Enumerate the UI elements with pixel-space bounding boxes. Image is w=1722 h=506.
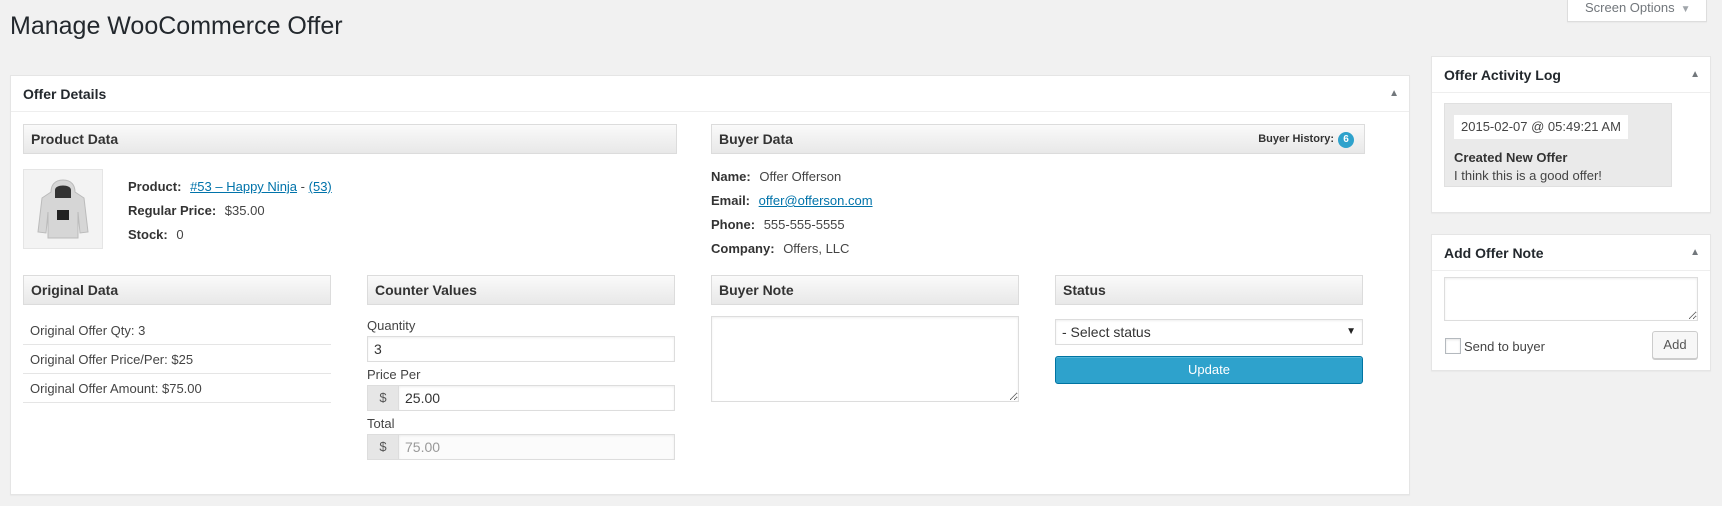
offer-details-title: Offer Details [23,86,107,102]
product-separator: - [300,179,306,194]
buyer-company-row: Company: Offers, LLC [711,241,849,256]
price-currency-addon: $ [367,385,399,411]
product-row: Product: #53 – Happy Ninja - (53) [128,179,332,194]
buyer-email-label: Email: [711,193,751,208]
buyer-data-title: Buyer Data [719,131,793,147]
buyer-history-label: Buyer History: [1258,133,1334,145]
activity-log-header[interactable]: Offer Activity Log ▲ [1432,57,1710,93]
page-title: Manage WooCommerce Offer [10,12,343,40]
stock-row: Stock: 0 [128,227,184,242]
regular-price-row: Regular Price: $35.00 [128,203,265,218]
add-note-button[interactable]: Add [1652,331,1698,359]
screen-options-label: Screen Options [1585,0,1675,15]
offer-details-header[interactable]: Offer Details ▲ [11,76,1409,112]
add-note-textarea[interactable] [1444,277,1698,321]
send-to-buyer-checkbox[interactable] [1445,338,1461,354]
screen-options-button[interactable]: Screen Options ▼ [1567,0,1707,22]
hoodie-icon [37,179,89,239]
quantity-label: Quantity [367,318,416,333]
buyer-name-value: Offer Offerson [759,169,842,184]
activity-log-box: Offer Activity Log ▲ 2015-02-07 @ 05:49:… [1431,56,1711,213]
original-price-per: Original Offer Price/Per: $25 [23,345,331,374]
total-input: 75.00 [398,434,675,460]
buyer-phone-row: Phone: 555-555-5555 [711,217,845,232]
price-per-input[interactable]: 25.00 [398,385,675,411]
send-to-buyer-label[interactable]: Send to buyer [1464,339,1545,354]
activity-log-event: Created New Offer [1454,150,1567,165]
buyer-name-row: Name: Offer Offerson [711,169,841,184]
add-note-header[interactable]: Add Offer Note ▲ [1432,235,1710,271]
collapse-toggle-icon[interactable]: ▲ [1690,57,1700,93]
quantity-input[interactable]: 3 [367,336,675,362]
activity-log-entry: 2015-02-07 @ 05:49:21 AM Created New Off… [1444,103,1672,187]
update-button[interactable]: Update [1055,356,1363,384]
regular-price-value: $35.00 [224,203,265,218]
hoodie-product-image [23,169,103,249]
counter-values-heading: Counter Values [367,275,675,305]
activity-log-date: 2015-02-07 @ 05:49:21 AM [1454,115,1628,139]
original-amount: Original Offer Amount: $75.00 [23,374,331,403]
price-per-label: Price Per [367,367,421,382]
buyer-note-heading: Buyer Note [711,275,1019,305]
activity-log-note: I think this is a good offer! [1454,168,1602,183]
buyer-note-textarea[interactable] [711,316,1019,402]
add-note-title: Add Offer Note [1444,245,1544,261]
original-qty: Original Offer Qty: 3 [23,316,331,345]
offer-details-box: Offer Details ▲ Product Data Product: #5… [10,75,1410,495]
buyer-data-heading: Buyer Data Buyer History: 6 [711,124,1365,154]
collapse-toggle-icon[interactable]: ▲ [1389,76,1399,112]
buyer-email-row: Email: offer@offerson.com [711,193,873,208]
buyer-company-value: Offers, LLC [783,241,850,256]
activity-log-title: Offer Activity Log [1444,67,1561,83]
buyer-history-link[interactable]: Buyer History: 6 [1258,130,1354,148]
product-id-link[interactable]: (53) [309,179,332,194]
stock-label: Stock: [128,227,168,242]
collapse-toggle-icon[interactable]: ▲ [1690,235,1700,271]
buyer-company-label: Company: [711,241,775,256]
buyer-name-label: Name: [711,169,751,184]
buyer-phone-label: Phone: [711,217,756,232]
buyer-phone-value: 555-555-5555 [763,217,845,232]
regular-price-label: Regular Price: [128,203,217,218]
add-note-box: Add Offer Note ▲ Send to buyer Add [1431,234,1711,371]
activity-log-note-text: I think this is a good offer! [1454,168,1602,183]
total-currency-addon: $ [367,434,399,460]
stock-value: 0 [176,227,184,242]
status-heading: Status [1055,275,1363,305]
product-label: Product: [128,179,182,194]
chevron-down-icon: ▼ [1680,4,1691,15]
select-arrow-icon: ▼ [1346,326,1356,337]
status-select[interactable]: - Select status ▼ [1055,319,1363,345]
total-label: Total [367,416,395,431]
status-select-value: - Select status [1062,324,1151,340]
original-data-heading: Original Data [23,275,331,305]
buyer-email-link[interactable]: offer@offerson.com [759,193,873,208]
product-data-heading: Product Data [23,124,677,154]
product-link[interactable]: #53 – Happy Ninja [190,179,297,194]
activity-log-event-text: Created New Offer [1454,150,1568,165]
buyer-history-count-badge: 6 [1338,132,1354,148]
